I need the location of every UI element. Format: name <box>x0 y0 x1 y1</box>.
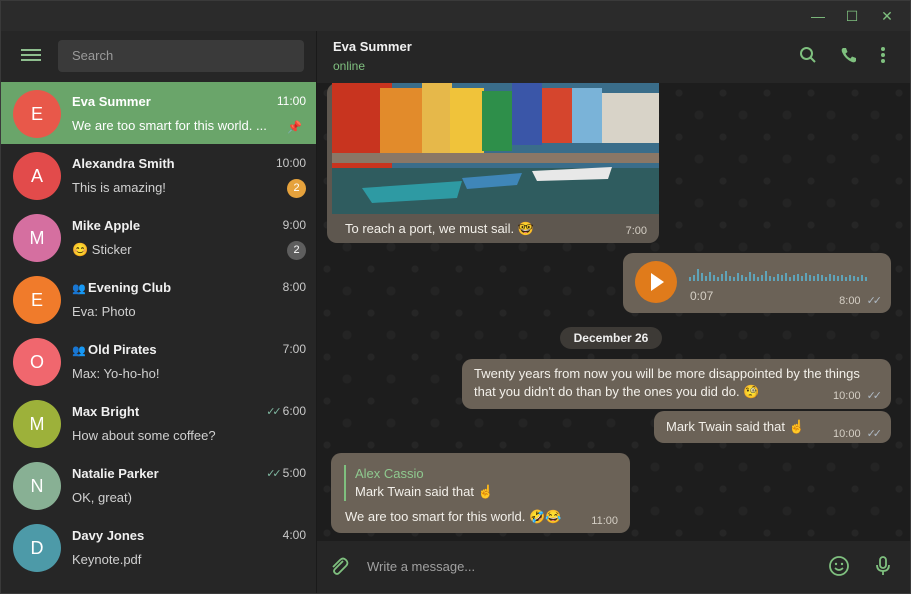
date-separator: December 26 <box>560 327 662 349</box>
chat-list-item[interactable]: M Mike Apple 9:00 😊 Sticker 2 <box>1 206 316 268</box>
message-time: 10:00 ✓✓ <box>833 428 883 440</box>
read-check-icon: ✓✓ <box>866 428 883 440</box>
close-button[interactable]: ✕ <box>877 6 897 26</box>
chat-preview: We are too smart for this world. ... <box>72 118 267 133</box>
group-icon: 👥 <box>72 283 86 295</box>
chat-time: 7:00 <box>282 342 306 356</box>
chat-list-item[interactable]: O 👥 Old Pirates 7:00 Max: Yo-ho-ho! <box>1 330 316 392</box>
chat-preview: OK, great) <box>72 490 132 505</box>
chat-list: E Eva Summer 11:00 We are too smart for thi… <box>1 82 316 578</box>
message-composer: Write a message... <box>317 541 910 593</box>
app-window: — ☐ ✕ Search E Eva Summer 11:00 We are too … <box>0 0 911 594</box>
chat-name: Davy Jones <box>72 528 145 543</box>
message-time: 7:00 <box>625 225 647 237</box>
avatar[interactable]: D <box>13 524 61 572</box>
chat-status: online <box>333 59 366 73</box>
search-input[interactable]: Search <box>58 40 304 72</box>
message-time: 8:00 ✓✓ <box>839 295 883 307</box>
chat-time: ✓✓ 5:00 <box>266 466 306 480</box>
message-time: 11:00 <box>591 515 618 527</box>
voice-duration: 0:07 <box>690 289 714 303</box>
read-check-icon: ✓✓ <box>266 406 282 418</box>
sidebar-header: Search <box>1 31 316 81</box>
title-bar: — ☐ ✕ <box>1 1 910 31</box>
chat-name: Alexandra Smith <box>72 156 175 171</box>
reply-bar <box>344 465 346 501</box>
reply-message: Alex Cassio Mark Twain said that ☝ We ar… <box>331 453 630 533</box>
pin-icon: 📌 <box>287 120 302 134</box>
reply-author[interactable]: Alex Cassio <box>355 466 424 481</box>
avatar[interactable]: O <box>13 338 61 386</box>
chat-preview: Keynote.pdf <box>72 552 142 567</box>
quote-message: Twenty years from now you will be more d… <box>462 359 891 409</box>
unread-badge: 2 <box>287 179 306 198</box>
chat-list-item[interactable]: D Davy Jones 4:00 Keynote.pdf <box>1 516 316 578</box>
chat-panel: Eva Summer online To reach a port, we mu… <box>317 31 910 593</box>
sidebar: Search E Eva Summer 11:00 We are too smart … <box>1 31 317 593</box>
avatar[interactable]: E <box>13 90 61 138</box>
chat-list-item[interactable]: E Eva Summer 11:00 We are too smart for thi… <box>1 82 316 144</box>
chat-time: 10:00 <box>275 156 306 170</box>
chat-preview: Eva: Photo <box>72 304 136 319</box>
message-input[interactable]: Write a message... <box>367 559 475 574</box>
chat-name: Natalie Parker <box>72 466 159 481</box>
avatar[interactable]: A <box>13 152 61 200</box>
microphone-icon[interactable] <box>871 555 895 579</box>
chat-name: Mike Apple <box>72 218 141 233</box>
chat-name: 👥 Evening Club <box>72 280 172 295</box>
minimize-button[interactable]: — <box>808 6 828 26</box>
chat-list-item[interactable]: N Natalie Parker ✓✓ 5:00 OK, great) <box>1 454 316 516</box>
emoji-icon[interactable] <box>827 555 851 579</box>
avatar[interactable]: M <box>13 214 61 262</box>
reply-quote: Mark Twain said that ☝ <box>355 484 494 499</box>
chat-preview: How about some coffee? <box>72 428 216 443</box>
message-text: Mark Twain said that ☝ <box>666 419 805 434</box>
search-icon[interactable] <box>797 46 819 68</box>
read-check-icon: ✓✓ <box>866 390 883 402</box>
chat-name: Eva Summer <box>72 94 151 109</box>
voice-message: 0:07 8:00 ✓✓ <box>623 253 891 313</box>
chat-name: Max Bright <box>72 404 140 419</box>
read-check-icon: ✓✓ <box>266 468 282 480</box>
maximize-button[interactable]: ☐ <box>842 6 862 26</box>
message-time: 10:00 ✓✓ <box>833 390 883 402</box>
chat-time: 4:00 <box>282 528 306 542</box>
play-button[interactable] <box>635 261 677 303</box>
chat-list-item[interactable]: A Alexandra Smith 10:00 This is amazing! 2 <box>1 144 316 206</box>
chat-time: 11:00 <box>276 94 306 108</box>
more-vertical-icon[interactable] <box>872 46 894 68</box>
chat-list-item[interactable]: M Max Bright ✓✓ 6:00 How about some coffee? <box>1 392 316 454</box>
paperclip-icon[interactable] <box>327 555 351 579</box>
chat-preview: Max: Yo-ho-ho! <box>72 366 160 381</box>
chat-header: Eva Summer online <box>317 31 910 84</box>
chat-list-item[interactable]: E 👥 Evening Club 8:00 Eva: Photo <box>1 268 316 330</box>
phone-icon[interactable] <box>838 46 860 68</box>
avatar[interactable]: E <box>13 276 61 324</box>
chat-title[interactable]: Eva Summer <box>333 39 412 54</box>
chat-name: 👥 Old Pirates <box>72 342 157 357</box>
chat-time: 8:00 <box>282 280 306 294</box>
avatar[interactable]: N <box>13 462 61 510</box>
read-check-icon: ✓✓ <box>866 295 883 307</box>
photo-message[interactable]: To reach a port, we must sail. 🤓 7:00 <box>327 83 659 243</box>
avatar[interactable]: M <box>13 400 61 448</box>
message-text: We are too smart for this world. 🤣😂 <box>345 509 562 524</box>
hamburger-menu-icon[interactable] <box>21 46 41 66</box>
canal-photo[interactable] <box>332 83 659 214</box>
chat-time: 9:00 <box>282 218 306 232</box>
photo-caption: To reach a port, we must sail. 🤓 <box>345 221 534 236</box>
chat-time: ✓✓ 6:00 <box>266 404 306 418</box>
waveform[interactable] <box>689 263 879 285</box>
message-text: Twenty years from now you will be more d… <box>474 366 860 399</box>
chat-preview: This is amazing! <box>72 180 166 195</box>
chat-preview: 😊 Sticker <box>72 242 132 257</box>
unread-badge: 2 <box>287 241 306 260</box>
twain-message: Mark Twain said that ☝ 10:00 ✓✓ <box>654 411 891 443</box>
group-icon: 👥 <box>72 345 86 357</box>
